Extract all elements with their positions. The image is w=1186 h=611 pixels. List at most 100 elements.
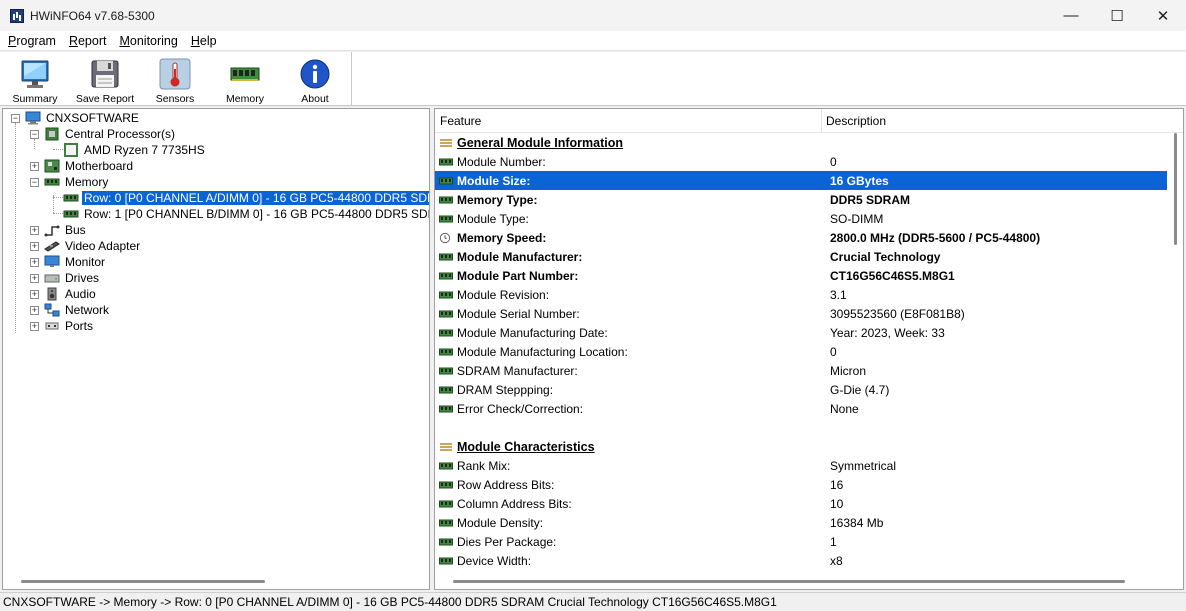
device-tree-pane[interactable]: − CNXSOFTWARE − Central Processor(s) AMD… bbox=[2, 108, 430, 590]
tree-horizontal-scrollbar[interactable] bbox=[3, 573, 429, 589]
collapse-memory-toggle[interactable]: − bbox=[30, 178, 39, 187]
table-row[interactable]: Rank Mix: Symmetrical bbox=[435, 456, 1167, 475]
monitor-icon bbox=[21, 60, 49, 88]
menu-help[interactable]: Help bbox=[186, 34, 222, 48]
feature-cell: Module Characteristics bbox=[457, 439, 595, 454]
details-pane[interactable]: Feature Description General Module Infor… bbox=[434, 108, 1184, 590]
info-icon bbox=[300, 59, 330, 89]
about-label: About bbox=[301, 93, 329, 105]
network-icon bbox=[44, 303, 60, 317]
tree-connector bbox=[34, 139, 35, 149]
cpu-chip-icon bbox=[45, 127, 59, 141]
tree-item-cpu[interactable]: AMD Ryzen 7 7735HS bbox=[63, 142, 207, 158]
feature-cell: General Module Information bbox=[457, 135, 623, 150]
menu-program[interactable]: Program bbox=[3, 34, 61, 48]
tree-item-ports[interactable]: Ports bbox=[44, 318, 95, 334]
table-row[interactable]: Module Revision: 3.1 bbox=[435, 285, 1167, 304]
feature-cell: Module Part Number: bbox=[457, 268, 579, 283]
table-row[interactable]: Module Serial Number: 3095523560 (E8F081B… bbox=[435, 304, 1167, 323]
feature-cell: Module Density: bbox=[457, 515, 544, 530]
feature-cell: Module Manufacturer: bbox=[457, 249, 583, 264]
feature-cell: Module Serial Number: bbox=[457, 306, 580, 321]
menu-report[interactable]: Report bbox=[64, 34, 112, 48]
clock-icon bbox=[439, 232, 451, 244]
tree-item-motherboard[interactable]: Motherboard bbox=[44, 158, 135, 174]
table-row[interactable]: Module Density: 16384 Mb bbox=[435, 513, 1167, 532]
feature-cell: Module Manufacturing Location: bbox=[457, 344, 628, 359]
table-row[interactable]: Module Size: 16 GBytes bbox=[435, 171, 1167, 190]
memory-button[interactable]: Memory bbox=[210, 56, 280, 106]
table-row[interactable]: Column Address Bits: 10 bbox=[435, 494, 1167, 513]
table-row[interactable]: Dies Per Package: 1 bbox=[435, 532, 1167, 551]
table-row[interactable]: Module Manufacturer: Crucial Technology bbox=[435, 247, 1167, 266]
feature-cell: Module Number: bbox=[457, 154, 546, 169]
section-header-row[interactable]: Module Characteristics bbox=[435, 437, 1167, 456]
memory-module-icon bbox=[439, 537, 453, 547]
feature-cell: DRAM Steppping: bbox=[457, 382, 554, 397]
table-row[interactable]: DRAM Steppping: G-Die (4.7) bbox=[435, 380, 1167, 399]
collapse-cpu-toggle[interactable]: − bbox=[30, 130, 39, 139]
table-row[interactable]: Memory Speed: 2800.0 MHz (DDR5-5600 / PC5… bbox=[435, 228, 1167, 247]
tree-item-root[interactable]: CNXSOFTWARE bbox=[25, 110, 141, 126]
blank-row bbox=[435, 418, 1167, 437]
table-row[interactable]: Module Manufacturing Date: Year: 2023, We… bbox=[435, 323, 1167, 342]
expand-audio-toggle[interactable]: + bbox=[30, 290, 39, 299]
minimize-button[interactable]: — bbox=[1048, 0, 1094, 31]
expand-network-toggle[interactable]: + bbox=[30, 306, 39, 315]
memory-module-icon bbox=[439, 347, 453, 357]
memory-module-icon bbox=[439, 252, 453, 262]
description-cell: 2800.0 MHz (DDR5-5600 / PC5-44800) bbox=[830, 230, 1041, 245]
expand-monitor-toggle[interactable]: + bbox=[30, 258, 39, 267]
tree-item-network[interactable]: Network bbox=[44, 302, 111, 318]
expand-bus-toggle[interactable]: + bbox=[30, 226, 39, 235]
sensors-button[interactable]: Sensors bbox=[140, 56, 210, 106]
table-row[interactable]: Module Manufacturing Location: 0 bbox=[435, 342, 1167, 361]
column-header-description[interactable]: Description bbox=[821, 109, 1161, 133]
table-row[interactable]: Row Address Bits: 16 bbox=[435, 475, 1167, 494]
summary-button[interactable]: Summary bbox=[0, 56, 70, 106]
memory-module-icon bbox=[439, 518, 453, 528]
about-button[interactable]: About bbox=[280, 56, 350, 106]
tree-item-memory[interactable]: Memory bbox=[44, 174, 110, 190]
table-row[interactable]: Memory Type: DDR5 SDRAM bbox=[435, 190, 1167, 209]
tree-item-audio[interactable]: Audio bbox=[44, 286, 98, 302]
scrollbar-thumb[interactable] bbox=[1174, 133, 1177, 245]
memory-module-icon bbox=[439, 290, 453, 300]
memory-label: Memory bbox=[226, 93, 264, 105]
tree-item-central-processors[interactable]: Central Processor(s) bbox=[44, 126, 177, 142]
tree-item-memory-row-1[interactable]: Row: 1 [P0 CHANNEL B/DIMM 0] - 16 GB PC5… bbox=[63, 206, 429, 222]
table-row[interactable]: Module Type: SO-DIMM bbox=[435, 209, 1167, 228]
feature-cell: Rank Mix: bbox=[457, 458, 511, 473]
table-row[interactable]: Error Check/Correction: None bbox=[435, 399, 1167, 418]
table-row[interactable]: SDRAM Manufacturer: Micron bbox=[435, 361, 1167, 380]
table-row[interactable]: Module Part Number: CT16G56C46S5.M8G1 bbox=[435, 266, 1167, 285]
description-cell: 1 bbox=[830, 534, 837, 549]
status-bar: CNXSOFTWARE -> Memory -> Row: 0 [P0 CHAN… bbox=[0, 592, 1186, 611]
table-row[interactable]: Module Number: 0 bbox=[435, 152, 1167, 171]
tree-item-bus[interactable]: Bus bbox=[44, 222, 88, 238]
save-report-button[interactable]: Save Report bbox=[70, 56, 140, 106]
details-vertical-scrollbar[interactable] bbox=[1167, 133, 1183, 573]
table-row[interactable]: Device Width: x8 bbox=[435, 551, 1167, 570]
expand-motherboard-toggle[interactable]: + bbox=[30, 162, 39, 171]
collapse-root-toggle[interactable]: − bbox=[11, 114, 20, 123]
column-header-feature[interactable]: Feature bbox=[435, 109, 821, 133]
section-header-row[interactable]: General Module Information bbox=[435, 133, 1167, 152]
description-cell: None bbox=[830, 401, 859, 416]
tree-item-video-adapter[interactable]: Video Adapter bbox=[44, 238, 142, 254]
close-button[interactable]: ✕ bbox=[1140, 0, 1186, 31]
tree-item-memory-row-0[interactable]: Row: 0 [P0 CHANNEL A/DIMM 0] - 16 GB PC5… bbox=[63, 190, 429, 206]
maximize-button[interactable]: ☐ bbox=[1094, 0, 1140, 31]
menu-monitoring[interactable]: Monitoring bbox=[114, 34, 182, 48]
details-horizontal-scrollbar[interactable] bbox=[435, 573, 1183, 589]
expand-video-toggle[interactable]: + bbox=[30, 242, 39, 251]
tree-item-monitor[interactable]: Monitor bbox=[44, 254, 107, 270]
scrollbar-thumb[interactable] bbox=[21, 580, 265, 583]
expand-drives-toggle[interactable]: + bbox=[30, 274, 39, 283]
description-cell: 0 bbox=[830, 154, 837, 169]
memory-module-icon bbox=[439, 461, 453, 471]
tree-item-drives[interactable]: Drives bbox=[44, 270, 101, 286]
scrollbar-thumb[interactable] bbox=[453, 580, 1125, 583]
save-report-label: Save Report bbox=[75, 93, 135, 105]
expand-ports-toggle[interactable]: + bbox=[30, 322, 39, 331]
